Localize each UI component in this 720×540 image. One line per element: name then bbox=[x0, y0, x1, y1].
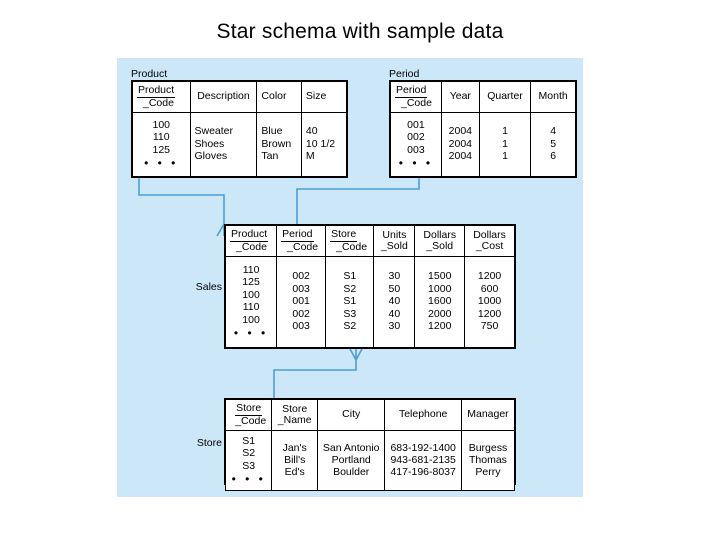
cell-dollars-sold: 1500 1000 1600 2000 1200 bbox=[414, 256, 466, 348]
sales-table-caption: Sales bbox=[195, 281, 222, 293]
cell-telephone: 683-192-1400 943-681-2135 417-196-8037 bbox=[384, 429, 462, 492]
cell-product-code: 100 110 125 • • • bbox=[132, 112, 191, 177]
column-header-manager: Manager bbox=[460, 399, 516, 431]
table-header-row: Period _Code Year Quarter Month bbox=[390, 81, 576, 113]
table-row: S1 S2 S3 • • • Jan's Bill's Ed's San Ant… bbox=[224, 429, 516, 492]
cell-city: San Antonio Portland Boulder bbox=[316, 429, 386, 492]
store-table: Store _Code Store _Name City Telephone M… bbox=[224, 398, 516, 492]
table-header-row: Store _Code Store _Name City Telephone M… bbox=[224, 399, 516, 431]
column-header-city: City bbox=[316, 399, 386, 431]
cell-store-code: S1 S2 S3 • • • bbox=[224, 429, 273, 492]
cell-quarter: 1 1 1 bbox=[478, 112, 532, 177]
cell-dollars-cost: 1200 600 1000 1200 750 bbox=[464, 256, 515, 348]
column-header-dollars-cost: Dollars _Cost bbox=[464, 225, 515, 257]
more-rows-indicator: • • • bbox=[231, 472, 266, 487]
sales-fact-table: Product _Code Period _Code Store _Code U… bbox=[224, 224, 516, 349]
slide-canvas: Star schema with sample data Product Pro… bbox=[0, 0, 720, 540]
cell-store-code: S1 S2 S1 S3 S2 bbox=[325, 256, 375, 348]
column-header-product-code: Product _Code bbox=[224, 225, 278, 257]
column-header-store-code: Store _Code bbox=[325, 225, 375, 257]
column-header-store-name: Store _Name bbox=[271, 399, 318, 431]
cell-period-code: 001 002 003 • • • bbox=[390, 112, 442, 177]
column-header-store-code: Store _Code bbox=[224, 399, 273, 431]
column-header-color: Color bbox=[256, 81, 302, 113]
product-table-caption: Product bbox=[131, 68, 168, 80]
cell-product-code: 110 125 100 110 100 • • • bbox=[224, 256, 278, 348]
table-row: 110 125 100 110 100 • • • 002 003 001 00… bbox=[224, 256, 515, 348]
table-row: 001 002 003 • • • 2004 2004 2004 1 1 1 4… bbox=[390, 112, 576, 177]
more-rows-indicator: • • • bbox=[398, 156, 434, 171]
cell-period-code: 002 003 001 002 003 bbox=[276, 256, 327, 348]
column-header-month: Month bbox=[530, 81, 576, 113]
column-header-units-sold: Units _Sold bbox=[373, 225, 416, 257]
column-header-period-code: Period _Code bbox=[276, 225, 327, 257]
cell-store-name: Jan's Bill's Ed's bbox=[271, 429, 318, 492]
column-header-dollars-sold: Dollars _Sold bbox=[414, 225, 466, 257]
column-header-period-code: Period _Code bbox=[390, 81, 442, 113]
cell-description: Sweater Shoes Gloves bbox=[189, 112, 258, 177]
column-header-quarter: Quarter bbox=[478, 81, 532, 113]
cell-year: 2004 2004 2004 bbox=[440, 112, 480, 177]
cell-month: 4 5 6 bbox=[530, 112, 576, 177]
product-table: Product _Code Description Color Size 100… bbox=[131, 80, 348, 178]
more-rows-indicator: • • • bbox=[233, 326, 269, 341]
cell-units-sold: 30 50 40 40 30 bbox=[373, 256, 416, 348]
cell-manager: Burgess Thomas Perry bbox=[460, 429, 516, 492]
cell-size: 40 10 1/2 M bbox=[300, 112, 348, 177]
table-row: 100 110 125 • • • Sweater Shoes Gloves B… bbox=[132, 112, 348, 177]
cell-color: Blue Brown Tan bbox=[256, 112, 302, 177]
column-header-year: Year bbox=[440, 81, 480, 113]
column-header-telephone: Telephone bbox=[384, 399, 462, 431]
column-header-product-code: Product _Code bbox=[132, 81, 191, 113]
store-table-caption: Store bbox=[196, 437, 222, 449]
column-header-size: Size bbox=[300, 81, 348, 113]
column-header-description: Description bbox=[189, 81, 258, 113]
table-header-row: Product _Code Description Color Size bbox=[132, 81, 348, 113]
page-title: Star schema with sample data bbox=[216, 20, 504, 43]
period-table-caption: Period bbox=[389, 68, 420, 80]
table-header-row: Product _Code Period _Code Store _Code U… bbox=[224, 225, 515, 257]
period-table: Period _Code Year Quarter Month 001 002 … bbox=[389, 80, 577, 178]
more-rows-indicator: • • • bbox=[144, 156, 179, 171]
